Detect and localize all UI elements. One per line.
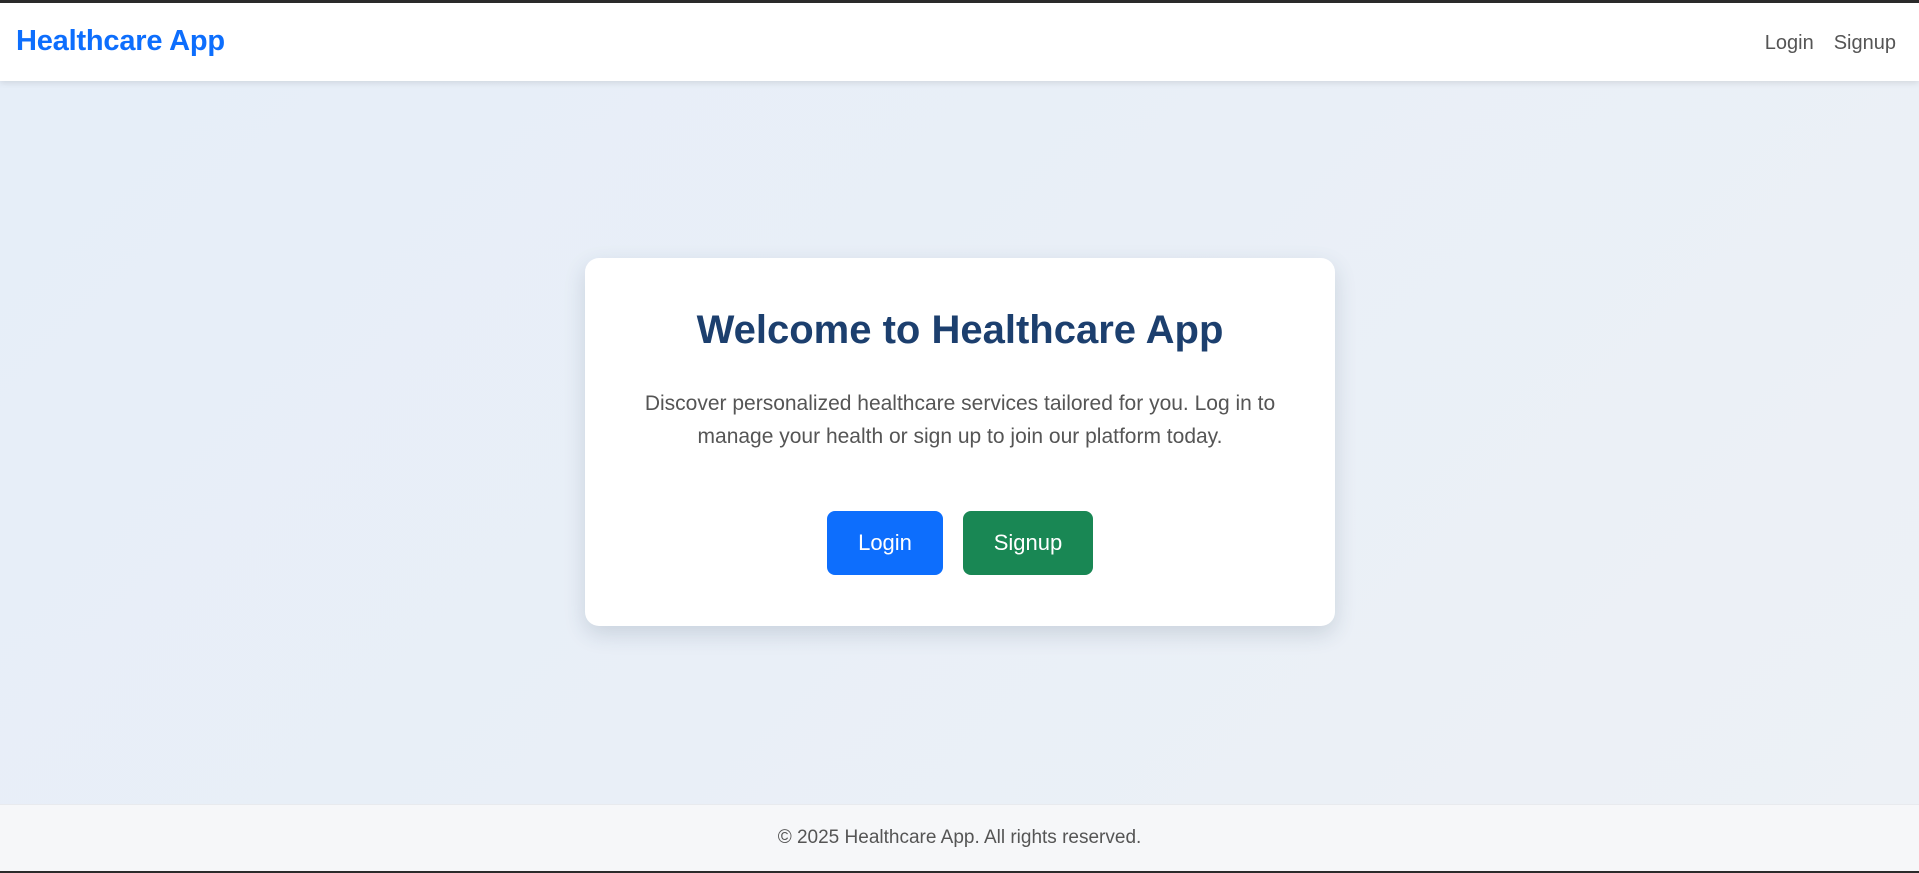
- welcome-description: Discover personalized healthcare service…: [644, 392, 1276, 448]
- brand-logo-link[interactable]: Healthcare App: [16, 25, 225, 58]
- nav-signup-link[interactable]: Signup: [1834, 32, 1896, 55]
- cta-buttons: Login Signup: [585, 511, 1335, 575]
- welcome-title: Welcome to Healthcare App: [696, 308, 1224, 352]
- nav-login-link[interactable]: Login: [1765, 32, 1814, 55]
- signup-button[interactable]: Signup: [963, 511, 1093, 575]
- welcome-card: Welcome to Healthcare App Discover perso…: [585, 258, 1335, 626]
- navbar: Healthcare App Login Signup: [0, 3, 1919, 81]
- nav-links: Login Signup: [1765, 32, 1896, 55]
- copyright-text: © 2025 Healthcare App. All rights reserv…: [777, 827, 1142, 848]
- login-button[interactable]: Login: [827, 511, 943, 575]
- main-content: Welcome to Healthcare App Discover perso…: [0, 81, 1919, 804]
- footer: © 2025 Healthcare App. All rights reserv…: [0, 804, 1919, 871]
